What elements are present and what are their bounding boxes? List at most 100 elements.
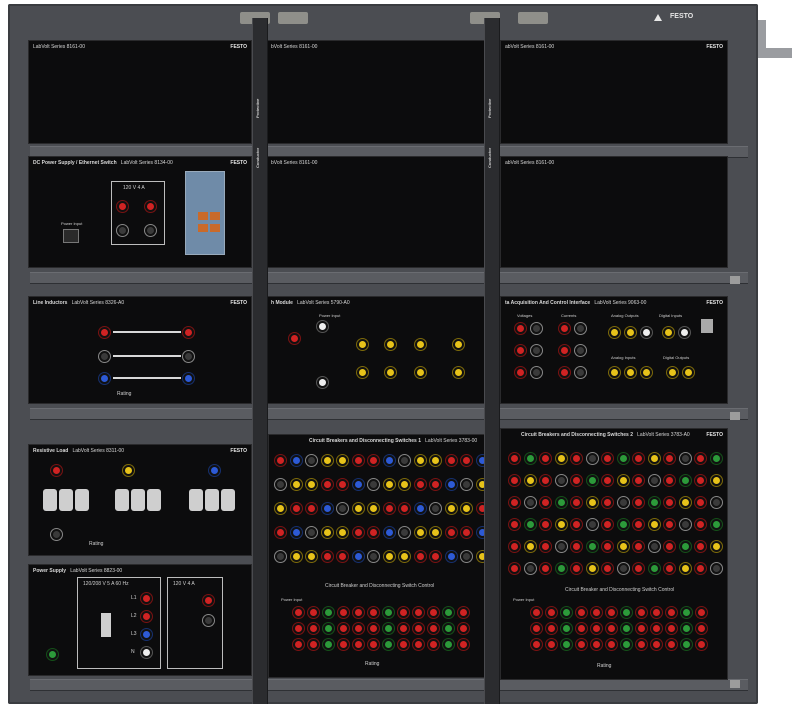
breaker-jack[interactable] [368,639,379,650]
breaker-jack[interactable] [430,503,441,514]
breaker-jack[interactable] [368,455,379,466]
breaker-jack[interactable] [648,497,660,508]
breaker-jack[interactable] [524,563,536,574]
breaker-jack[interactable] [509,541,520,552]
ac-jack[interactable] [289,333,300,344]
breaker-jack[interactable] [414,455,426,466]
daq-jack[interactable] [609,367,620,378]
breaker-jack[interactable] [664,563,675,574]
breaker-jack[interactable] [338,607,349,618]
breaker-jack[interactable] [561,623,572,634]
breaker-jack[interactable] [606,607,617,618]
breaker-jack[interactable] [461,503,472,514]
breaker-jack[interactable] [509,453,520,464]
breaker-jack[interactable] [531,607,542,618]
breaker-jack[interactable] [648,453,660,464]
breaker-jack[interactable] [555,475,567,486]
breaker-jack[interactable] [337,527,348,538]
breaker-jack[interactable] [383,503,395,514]
breaker-jack[interactable] [695,497,706,508]
breaker-jack[interactable] [586,563,598,574]
breaker-jack[interactable] [383,607,394,618]
breaker-jack[interactable] [571,497,582,508]
dc-positive-jack-2[interactable] [145,201,156,212]
breaker-jack[interactable] [414,479,426,490]
rack-latch[interactable] [730,276,740,284]
breaker-jack[interactable] [443,607,454,618]
breaker-jack[interactable] [399,527,410,538]
breaker-jack[interactable] [695,453,706,464]
breaker-jack[interactable] [710,519,722,530]
breaker-jack[interactable] [383,527,395,538]
breaker-jack[interactable] [633,519,644,530]
breaker-jack[interactable] [428,623,439,634]
daq-jack[interactable] [531,323,542,334]
breaker-jack[interactable] [666,639,677,650]
breaker-jack[interactable] [591,639,602,650]
breaker-jack[interactable] [666,623,677,634]
breaker-jack[interactable] [540,541,551,552]
power-switch[interactable] [101,613,111,637]
breaker-jack[interactable] [353,607,364,618]
breaker-jack[interactable] [321,527,333,538]
breaker-jack[interactable] [621,623,632,634]
breaker-jack[interactable] [546,623,557,634]
daq-jack[interactable] [531,345,542,356]
breaker-jack[interactable] [696,639,707,650]
breaker-jack[interactable] [695,563,706,574]
breaker-jack[interactable] [461,455,472,466]
ethernet-port-icon[interactable] [198,212,208,220]
breaker-jack[interactable] [571,541,582,552]
breaker-jack[interactable] [352,551,364,562]
daq-jack[interactable] [575,367,586,378]
daq-jack[interactable] [559,345,570,356]
breaker-jack[interactable] [606,639,617,650]
breaker-jack[interactable] [710,453,722,464]
ac-jack-l[interactable] [317,321,328,332]
breaker-jack[interactable] [555,453,567,464]
breaker-jack[interactable] [337,551,348,562]
ac-jack[interactable] [357,367,368,378]
breaker-jack[interactable] [306,479,317,490]
dc-negative-jack-2[interactable] [145,225,156,236]
breaker-jack[interactable] [602,453,613,464]
breaker-jack[interactable] [413,639,424,650]
breaker-jack[interactable] [290,503,302,514]
breaker-jack[interactable] [509,497,520,508]
breaker-jack[interactable] [337,503,348,514]
breaker-jack[interactable] [531,639,542,650]
breaker-jack[interactable] [368,479,379,490]
toggle-switch[interactable] [131,489,145,511]
breaker-jack[interactable] [368,607,379,618]
ac-jack-n[interactable] [317,377,328,388]
breaker-jack[interactable] [308,639,319,650]
toggle-switch[interactable] [189,489,203,511]
breaker-jack[interactable] [664,519,675,530]
breaker-jack[interactable] [633,497,644,508]
breaker-jack[interactable] [602,497,613,508]
breaker-jack[interactable] [383,479,395,490]
breaker-jack[interactable] [275,455,286,466]
breaker-jack[interactable] [695,475,706,486]
dc-negative-jack[interactable] [117,225,128,236]
breaker-jack[interactable] [509,475,520,486]
breaker-jack[interactable] [679,497,691,508]
breaker-jack[interactable] [399,455,410,466]
breaker-jack[interactable] [368,527,379,538]
breaker-jack[interactable] [636,639,647,650]
breaker-jack[interactable] [414,503,426,514]
breaker-jack[interactable] [664,475,675,486]
breaker-jack[interactable] [353,639,364,650]
daq-jack[interactable] [683,367,694,378]
breaker-jack[interactable] [368,623,379,634]
breaker-jack[interactable] [398,639,409,650]
rack-latch[interactable] [730,680,740,688]
breaker-jack[interactable] [617,519,629,530]
breaker-jack[interactable] [648,519,660,530]
breaker-jack[interactable] [664,497,675,508]
load-jack[interactable] [51,465,62,476]
breaker-jack[interactable] [293,607,304,618]
breaker-jack[interactable] [571,453,582,464]
daq-jack[interactable] [515,323,526,334]
usb-port-icon[interactable] [701,319,713,333]
